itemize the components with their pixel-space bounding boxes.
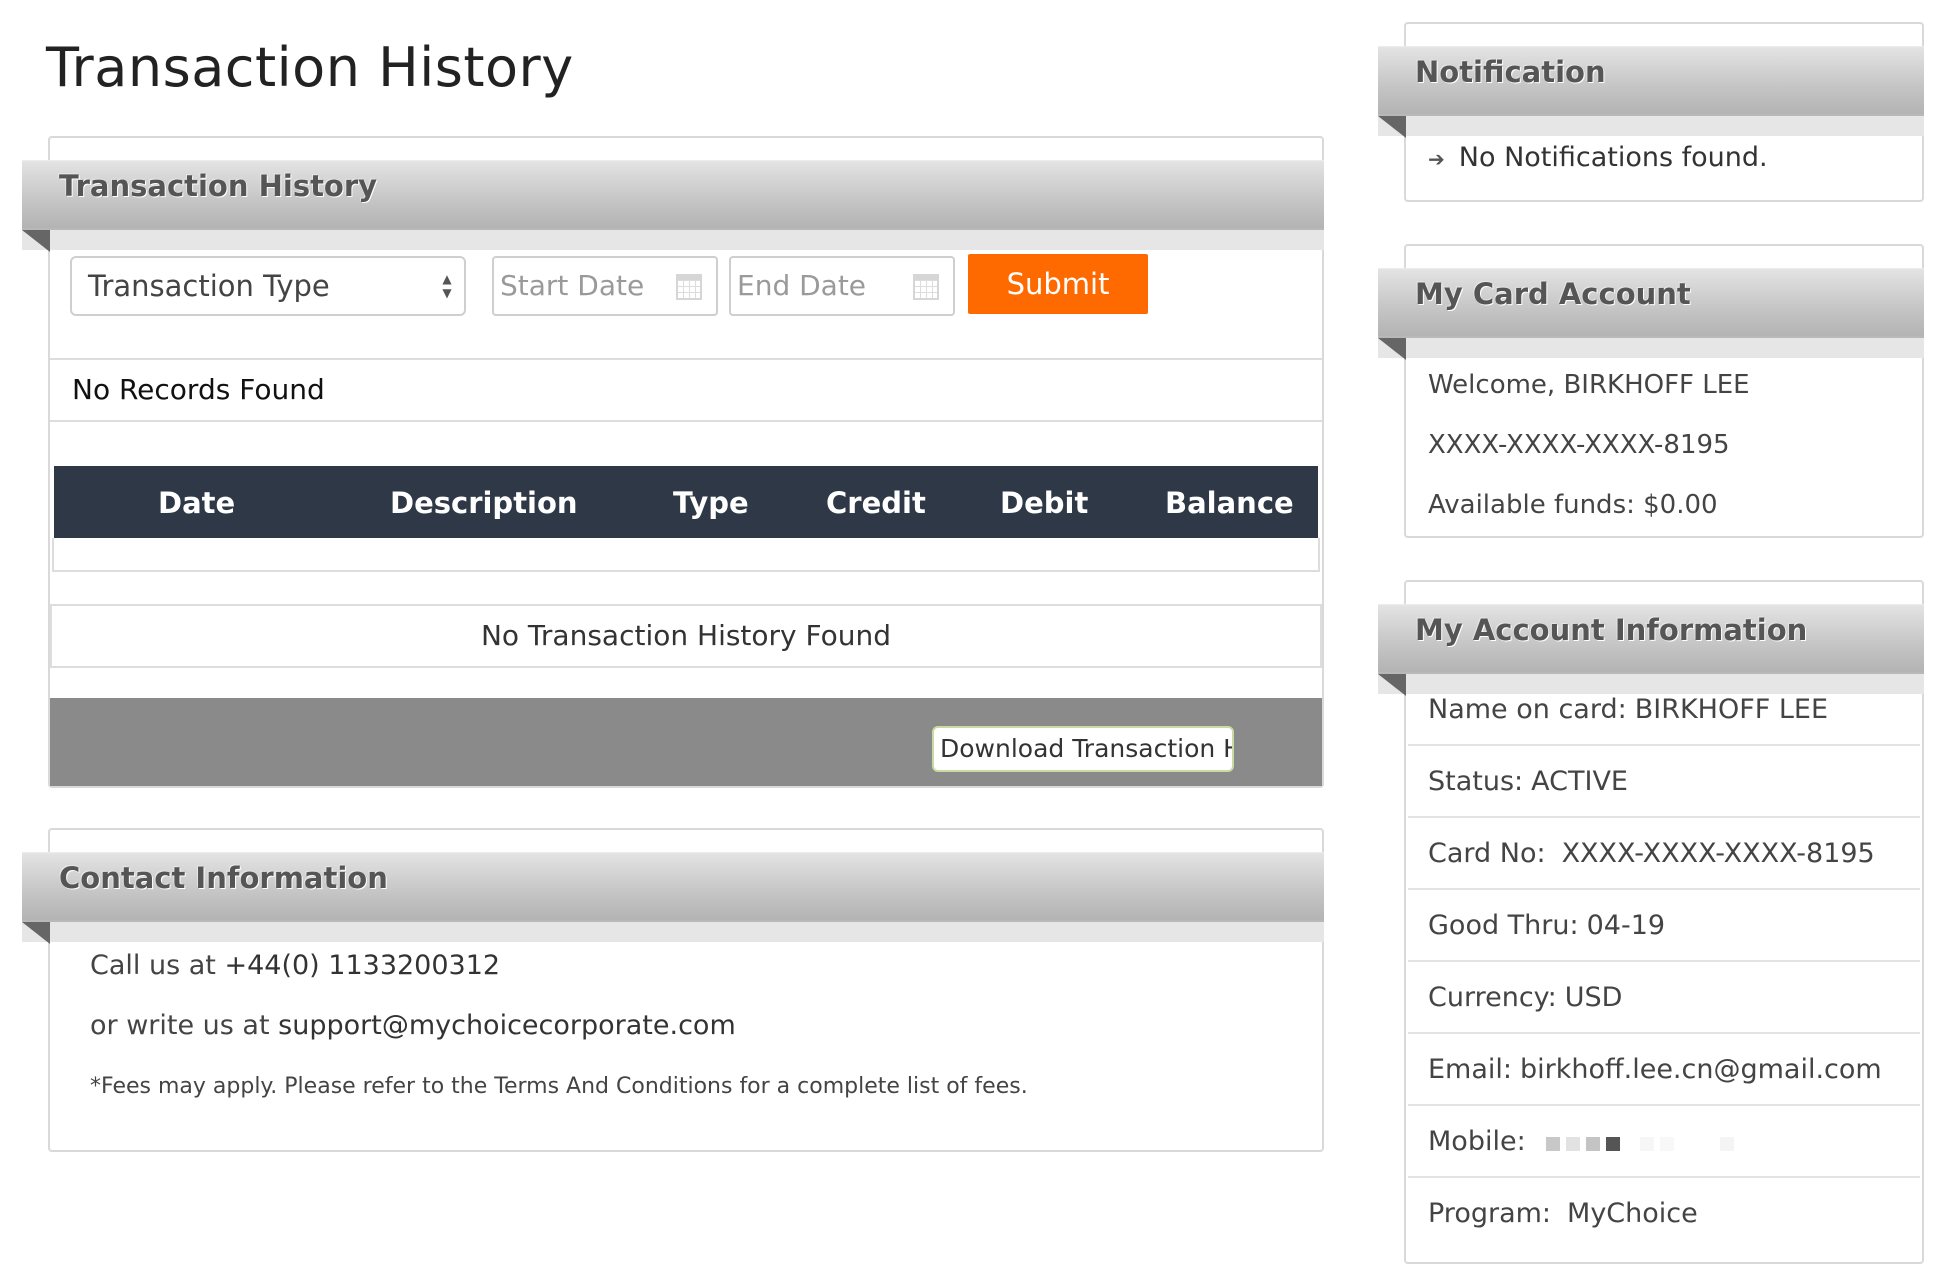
contact-email-line: or write us at support@mychoicecorporate… bbox=[90, 1010, 736, 1041]
column-header-date[interactable]: Date bbox=[158, 466, 235, 540]
page-title: Transaction History bbox=[46, 36, 574, 99]
account-row-card-no: Card No: XXXX-XXXX-XXXX-8195 bbox=[1408, 818, 1920, 890]
column-header-type[interactable]: Type bbox=[673, 466, 749, 540]
row-value: ACTIVE bbox=[1531, 766, 1628, 797]
panel-header: My Card Account bbox=[1378, 268, 1924, 360]
account-row-good-thru: Good Thru: 04-19 bbox=[1408, 890, 1920, 962]
panel-title: Notification bbox=[1415, 55, 1606, 89]
panel-header: Contact Information bbox=[22, 852, 1324, 944]
start-date-placeholder: Start Date bbox=[500, 269, 645, 302]
row-label: Status: bbox=[1428, 766, 1524, 797]
transaction-history-panel: Transaction History Transaction Type ▲ ▼ … bbox=[22, 136, 1324, 788]
row-value: 04-19 bbox=[1586, 910, 1666, 941]
row-label: Mobile: bbox=[1428, 1126, 1526, 1157]
account-row-name: Name on card: BIRKHOFF LEE bbox=[1408, 674, 1920, 746]
available-funds: Available funds: $0.00 bbox=[1428, 490, 1718, 520]
column-header-debit[interactable]: Debit bbox=[1000, 466, 1088, 540]
card-number: XXXX-XXXX-XXXX-8195 bbox=[1428, 430, 1730, 460]
account-information-panel: My Account Information Name on card: BIRK… bbox=[1378, 580, 1924, 1264]
panel-title: My Account Information bbox=[1415, 613, 1808, 647]
row-label: Currency: bbox=[1428, 982, 1557, 1013]
row-label: Card No: bbox=[1428, 838, 1546, 869]
write-prefix: or write us at bbox=[90, 1010, 270, 1041]
support-email-link[interactable]: support@mychoicecorporate.com bbox=[278, 1010, 736, 1041]
column-header-description[interactable]: Description bbox=[390, 466, 578, 540]
row-label: Program: bbox=[1428, 1198, 1552, 1229]
account-row-email: Email: birkhoff.lee.cn@gmail.com bbox=[1408, 1034, 1920, 1106]
panel-title: Contact Information bbox=[59, 861, 388, 895]
calendar-icon[interactable] bbox=[913, 274, 939, 300]
table-footer-bar: Download Transaction History bbox=[50, 698, 1322, 786]
call-prefix: Call us at bbox=[90, 950, 216, 981]
card-account-panel: My Card Account Welcome, BIRKHOFF LEE XX… bbox=[1378, 244, 1924, 538]
calendar-icon[interactable] bbox=[676, 274, 702, 300]
row-value: birkhoff.lee.cn@gmail.com bbox=[1520, 1054, 1882, 1085]
panel-header: Transaction History bbox=[22, 160, 1324, 252]
transaction-type-label: Transaction Type bbox=[88, 269, 330, 303]
start-date-input[interactable]: Start Date bbox=[492, 256, 718, 316]
notification-panel: Notification ➔ No Notifications found. bbox=[1378, 22, 1924, 202]
row-label: Good Thru: bbox=[1428, 910, 1579, 941]
transaction-table-header: Date Description Type Credit Debit Balan… bbox=[54, 466, 1318, 538]
row-value: USD bbox=[1564, 982, 1623, 1013]
select-arrows-icon: ▲ ▼ bbox=[442, 272, 452, 300]
contact-phone-line: Call us at +44(0) 1133200312 bbox=[90, 950, 500, 981]
arrow-right-icon: ➔ bbox=[1428, 147, 1445, 171]
no-records-message: No Records Found bbox=[50, 358, 1322, 422]
row-value: XXXX-XXXX-XXXX-8195 bbox=[1561, 838, 1875, 869]
column-header-credit[interactable]: Credit bbox=[826, 466, 926, 540]
row-label: Email: bbox=[1428, 1054, 1513, 1085]
notification-item: ➔ No Notifications found. bbox=[1428, 142, 1768, 173]
account-row-mobile: Mobile: bbox=[1408, 1106, 1920, 1178]
phone-number[interactable]: +44(0) 1133200312 bbox=[224, 950, 500, 981]
panel-title: My Card Account bbox=[1415, 277, 1691, 311]
account-row-currency: Currency: USD bbox=[1408, 962, 1920, 1034]
fees-note: *Fees may apply. Please refer to the Ter… bbox=[90, 1074, 1028, 1099]
account-row-program: Program: MyChoice bbox=[1408, 1178, 1920, 1250]
end-date-placeholder: End Date bbox=[737, 269, 867, 302]
transaction-type-select[interactable]: Transaction Type ▲ ▼ bbox=[70, 256, 466, 316]
contact-information-panel: Contact Information Call us at +44(0) 11… bbox=[22, 828, 1324, 1152]
no-history-message: No Transaction History Found bbox=[50, 604, 1322, 668]
submit-button[interactable]: Submit bbox=[968, 254, 1148, 314]
row-value: BIRKHOFF LEE bbox=[1634, 694, 1829, 725]
panel-title: Transaction History bbox=[59, 169, 378, 203]
row-label: Name on card: bbox=[1428, 694, 1627, 725]
notification-message: No Notifications found. bbox=[1458, 142, 1768, 173]
end-date-input[interactable]: End Date bbox=[729, 256, 955, 316]
welcome-text: Welcome, BIRKHOFF LEE bbox=[1428, 370, 1750, 400]
account-row-status: Status: ACTIVE bbox=[1408, 746, 1920, 818]
download-history-button[interactable]: Download Transaction History bbox=[932, 726, 1234, 772]
table-empty-row bbox=[52, 538, 1320, 572]
panel-header: Notification bbox=[1378, 46, 1924, 138]
redacted-mobile bbox=[1546, 1107, 1740, 1179]
panel-header: My Account Information bbox=[1378, 604, 1924, 696]
column-header-balance[interactable]: Balance bbox=[1165, 466, 1294, 540]
row-value: MyChoice bbox=[1567, 1198, 1698, 1229]
